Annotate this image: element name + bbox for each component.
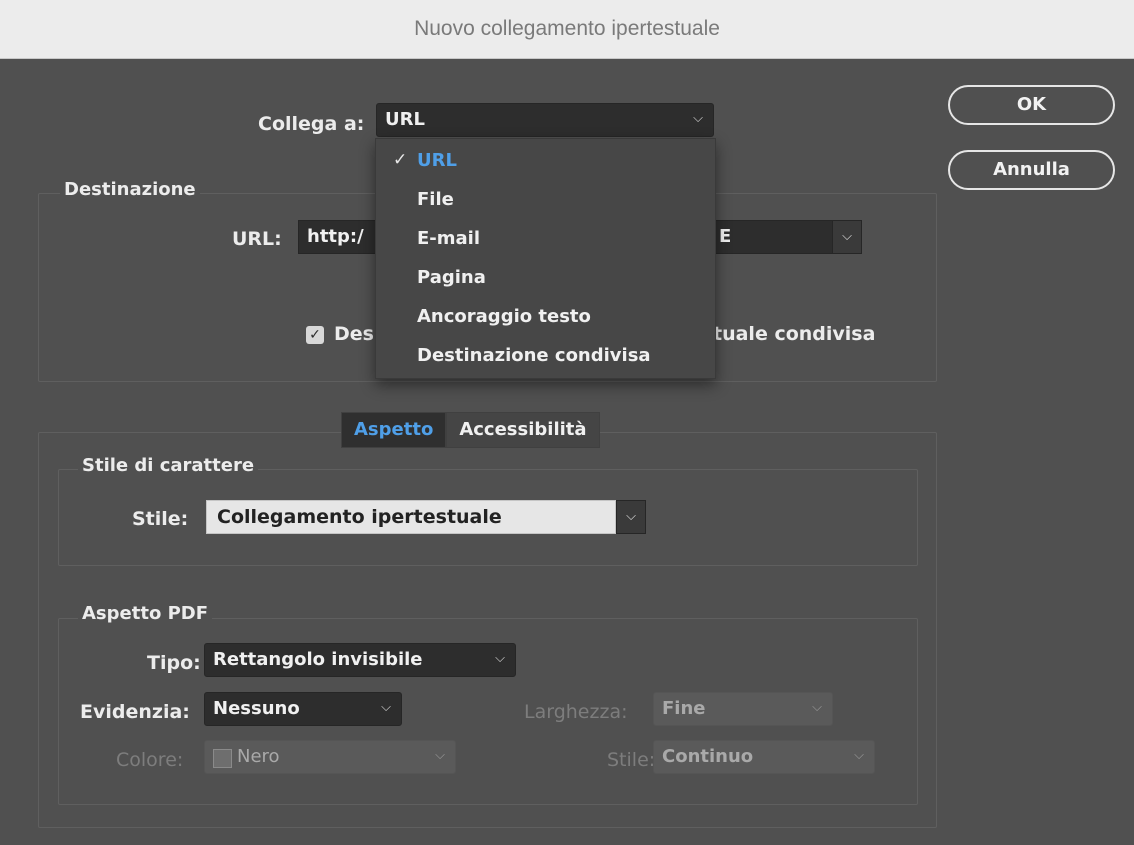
chevron-down-icon: ⌵ [854,748,864,763]
shared-destination-label-start: Des [334,323,374,345]
line-style-select: Continuo ⌵ [653,740,875,774]
chevron-down-icon: ⌵ [812,700,822,715]
color-swatch [213,749,232,768]
cancel-button[interactable]: Annulla [948,150,1115,190]
chevron-down-icon: ⌵ [626,509,636,524]
url-value: http:/ [307,226,364,247]
width-label: Larghezza: [524,701,628,723]
char-style-label: Stile: [132,508,189,530]
dropdown-item-email[interactable]: E-mail [376,220,715,258]
dropdown-item-label: E-mail [417,228,481,249]
char-style-field[interactable]: Collegamento ipertestuale [206,500,616,534]
width-value: Fine [662,698,706,719]
window-title: Nuovo collegamento ipertestuale [414,17,720,40]
type-label: Tipo: [147,652,201,674]
dropdown-item-url[interactable]: ✓ URL [376,142,715,180]
chevron-down-icon: ⌵ [842,229,852,244]
dropdown-item-label: Pagina [417,267,486,288]
highlight-select[interactable]: Nessuno ⌵ [204,692,402,726]
dropdown-item-file[interactable]: File [376,181,715,219]
dropdown-item-page[interactable]: Pagina [376,259,715,297]
url-label: URL: [232,228,282,250]
pdf-title: Aspetto PDF [78,603,213,624]
dropdown-item-label: Destinazione condivisa [417,345,651,366]
url-value-tail: E [719,226,732,247]
char-style-value: Collegamento ipertestuale [217,506,502,528]
dropdown-item-label: Ancoraggio testo [417,306,591,327]
chevron-down-icon: ⌵ [435,748,445,763]
chevron-down-icon: ⌵ [495,651,505,666]
tab-accessibilita[interactable]: Accessibilità [446,412,600,448]
checkmark-icon: ✓ [393,150,408,170]
type-value: Rettangolo invisibile [213,649,423,670]
chevron-down-icon: ⌵ [381,700,391,715]
dropdown-item-label: File [417,189,454,210]
char-style-dropdown[interactable]: ⌵ [616,500,646,534]
destination-title: Destinazione [60,179,200,200]
tab-bar: Aspetto Accessibilità [341,412,600,448]
ok-button[interactable]: OK [948,85,1115,125]
shared-destination-label-end: tuale condivisa [713,323,876,345]
url-history-dropdown[interactable]: ⌵ [832,220,862,254]
dropdown-item-text-anchor[interactable]: Ancoraggio testo [376,298,715,336]
dropdown-item-shared-destination[interactable]: Destinazione condivisa [376,337,715,375]
char-style-title: Stile di carattere [78,455,259,476]
dropdown-item-label: URL [417,150,457,171]
type-select[interactable]: Rettangolo invisibile ⌵ [204,643,516,677]
line-style-value: Continuo [662,746,754,767]
link-to-dropdown-menu: ✓ URL File E-mail Pagina Ancoraggio test… [375,138,716,379]
color-label: Colore: [116,749,184,771]
link-to-select[interactable]: URL ⌵ [376,103,714,137]
shared-destination-checkbox[interactable]: ✓ [306,326,324,344]
tab-aspetto[interactable]: Aspetto [341,412,447,448]
highlight-value: Nessuno [213,698,300,719]
color-select: Nero ⌵ [204,740,456,774]
highlight-label: Evidenzia: [80,701,190,723]
checkmark-icon: ✓ [309,327,321,343]
link-to-label: Collega a: [258,113,365,135]
chevron-down-icon: ⌵ [693,111,703,126]
title-bar: Nuovo collegamento ipertestuale [0,0,1134,59]
width-select: Fine ⌵ [653,692,833,726]
color-value: Nero [237,746,280,767]
link-to-value: URL [385,109,425,130]
line-style-label: Stile: [607,749,656,771]
